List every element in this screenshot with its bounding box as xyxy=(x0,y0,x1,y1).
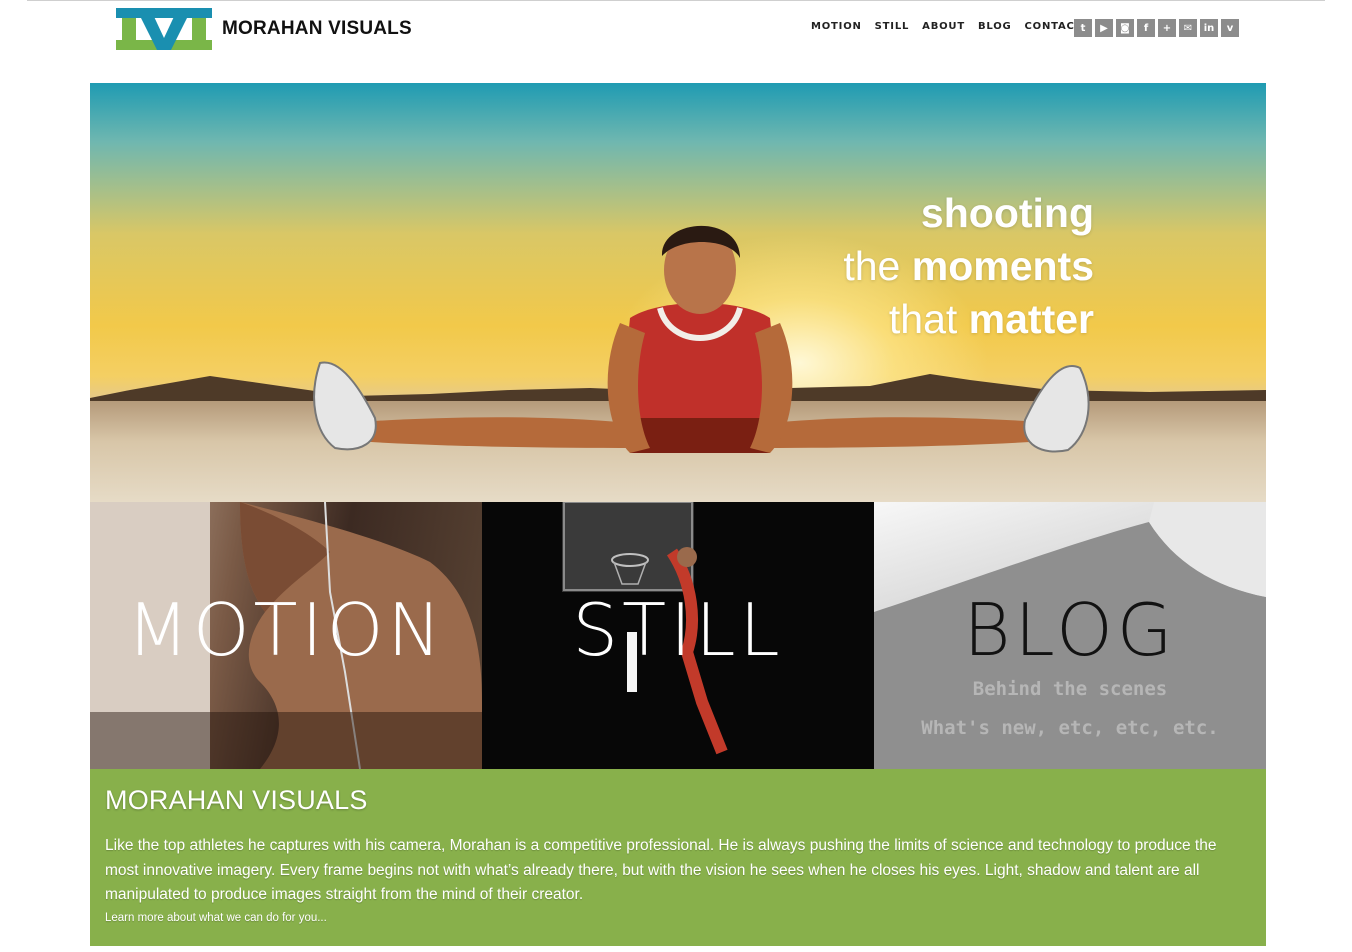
tagline-that: that xyxy=(888,296,958,342)
main-nav: MOTION STILL ABOUT BLOG CONTACT xyxy=(811,21,1095,32)
instagram-icon[interactable]: ◙ xyxy=(1116,19,1134,37)
hero-banner: shooting the moments that matter xyxy=(90,83,1266,502)
motion-tile[interactable]: MOTION xyxy=(90,502,482,769)
motion-tile-title: MOTION xyxy=(126,588,446,672)
email-icon[interactable]: ✉ xyxy=(1179,19,1197,37)
about-body: Like the top athletes he captures with h… xyxy=(105,837,1217,903)
about-title: MORAHAN VISUALS xyxy=(105,785,368,815)
still-tile[interactable]: STILL xyxy=(482,502,874,769)
nav-still[interactable]: STILL xyxy=(875,21,910,32)
nav-blog[interactable]: BLOG xyxy=(978,21,1012,32)
learn-more-link[interactable]: Learn more about what we can do for you.… xyxy=(105,912,1251,924)
blog-subtitle-2: What's new, etc, etc, etc. xyxy=(921,717,1219,739)
top-divider xyxy=(27,0,1325,1)
tagline-moments: moments xyxy=(911,243,1094,289)
about-panel: MORAHAN VISUALS Like the top athletes he… xyxy=(90,769,1266,946)
hero-tagline: shooting the moments that matter xyxy=(843,187,1094,346)
linkedin-icon[interactable]: in xyxy=(1200,19,1218,37)
twitter-icon[interactable]: t xyxy=(1074,19,1092,37)
nav-motion[interactable]: MOTION xyxy=(811,21,862,32)
logo-m-icon xyxy=(116,8,212,50)
blog-subtitle-1: Behind the scenes xyxy=(972,678,1168,700)
blog-tile-title: BLOG xyxy=(963,588,1177,672)
vimeo-icon[interactable]: v xyxy=(1221,19,1239,37)
blog-tile[interactable]: BLOG Behind the scenes What's new, etc, … xyxy=(874,502,1266,769)
google-plus-icon[interactable]: + xyxy=(1158,19,1176,37)
brand-name: MORAHAN VISUALS xyxy=(222,18,412,39)
social-links: t ▶ ◙ f + ✉ in v xyxy=(1074,19,1239,37)
still-tile-title: STILL xyxy=(572,588,784,672)
youtube-icon[interactable]: ▶ xyxy=(1095,19,1113,37)
facebook-icon[interactable]: f xyxy=(1137,19,1155,37)
tagline-shooting: shooting xyxy=(920,190,1094,236)
nav-about[interactable]: ABOUT xyxy=(922,21,965,32)
logo-link[interactable]: MORAHAN VISUALS xyxy=(116,8,412,50)
tagline-the: the xyxy=(843,243,901,289)
tagline-matter: matter xyxy=(968,296,1094,342)
